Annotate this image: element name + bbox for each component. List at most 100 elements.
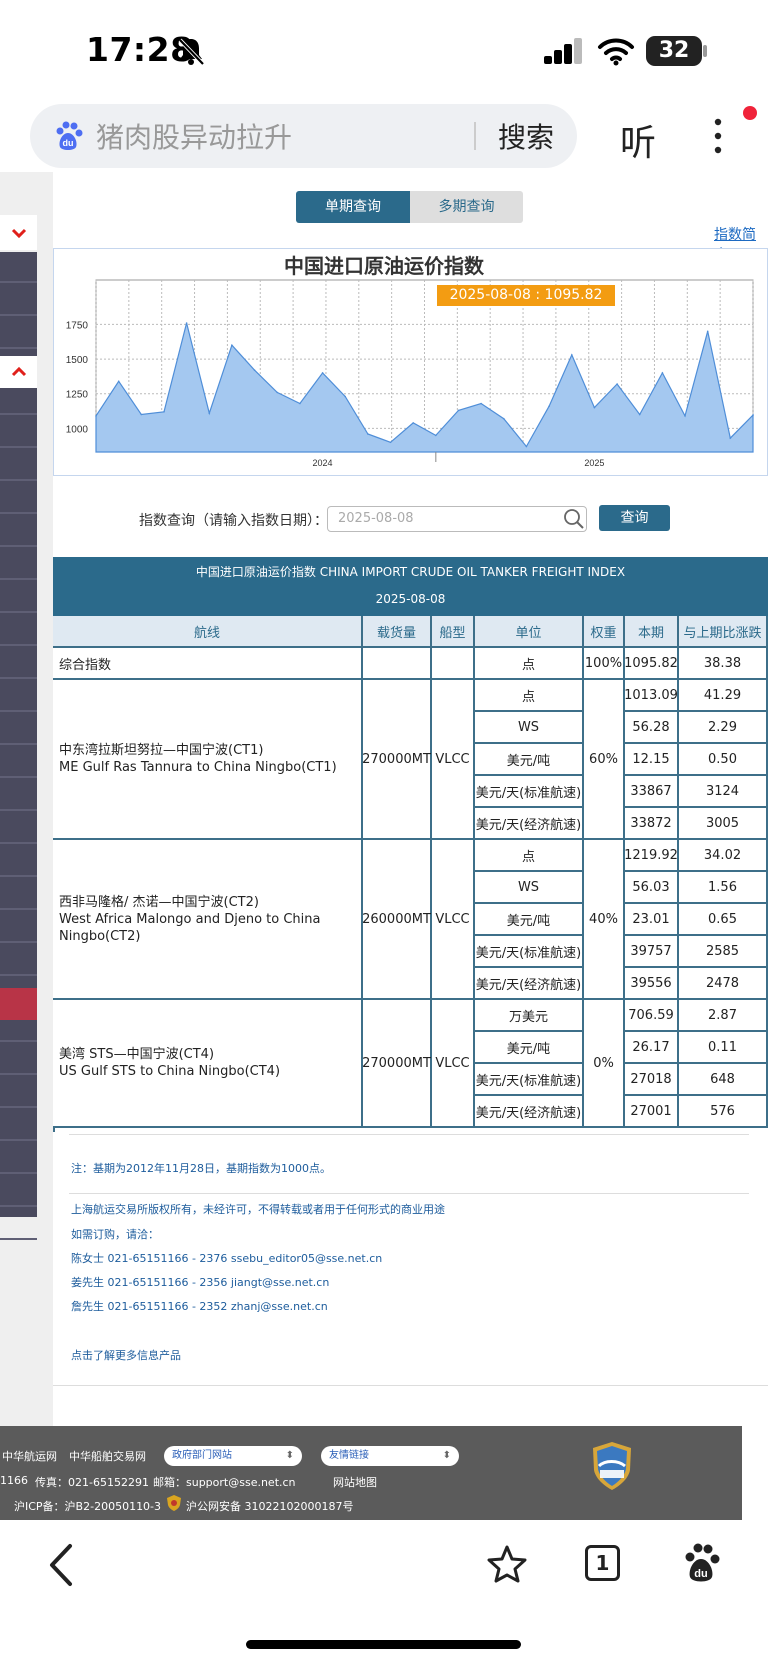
sidebar-row[interactable] [0, 1044, 37, 1075]
empty-cell [363, 648, 432, 680]
contact-line: 陈女士 021-65151166 - 2376 ssebu_editor05@s… [71, 1252, 383, 1265]
current-value-cell: 1219.92 [624, 840, 679, 872]
more-products-link[interactable]: 点击了解更多信息产品 [71, 1347, 181, 1363]
listen-button[interactable]: 听 [620, 114, 656, 166]
route-name-cell: 美湾 STS—中国宁波(CT4) US Gulf STS to China Nin… [53, 1000, 363, 1128]
unit-cell: 万美元 [475, 1000, 584, 1032]
public-institution-emblem-icon [593, 1442, 631, 1490]
tab-count-button[interactable]: 1 [585, 1545, 620, 1581]
sidebar-collapse-toggle[interactable] [0, 215, 37, 250]
data-point [253, 369, 256, 371]
composite-name-cell: 综合指数 [53, 648, 363, 680]
svg-text:du: du [63, 138, 74, 148]
data-point [571, 354, 573, 356]
route-name-cn: 中东湾拉斯坦努拉—中国宁波(CT1) [59, 743, 264, 758]
data-point [593, 406, 596, 409]
sidebar-row[interactable] [0, 450, 37, 481]
current-value-cell: 33872 [625, 808, 679, 840]
footer-sitemap-link[interactable]: 网站地图 [333, 1474, 377, 1490]
sidebar-row[interactable] [0, 879, 37, 910]
search-button[interactable]: 搜索 [498, 116, 554, 156]
data-point [95, 415, 97, 417]
freight-index-table: 航线 载货量 船型 单位 权重 本期 与上期比涨跌 综合指数点 100% 1095.82 38.38… [53, 616, 768, 1132]
current-value-cell: 39556 [625, 968, 679, 1000]
data-point [752, 414, 754, 416]
change-value-cell: 648 [679, 1064, 768, 1096]
current-value-cell: 27018 [625, 1064, 679, 1096]
data-point [299, 402, 301, 405]
unit-cell: WS [475, 872, 584, 904]
weight-cell: 0% [584, 1000, 625, 1128]
search-query-text[interactable]: 猪肉股异动拉升 [96, 116, 292, 156]
change-value-cell: 2585 [679, 936, 768, 968]
gov-sites-select[interactable]: 政府部门网站 ⬍ [164, 1446, 302, 1466]
site-footer: 中华航运网 中华船舶交易网 政府部门网站 ⬍ 友情链接 ⬍ 1166 传真：02… [0, 1426, 742, 1520]
date-input[interactable]: 2025-08-08 [327, 506, 587, 532]
empty-cell [432, 648, 475, 680]
data-point [117, 380, 120, 383]
table-header-cell: 与上期比涨跌 [679, 616, 768, 648]
index-query-label: 指数查询（请输入指数日期）： [139, 513, 328, 529]
y-tick-label: 1250 [66, 390, 89, 401]
footer-link-shipping[interactable]: 中华航运网 [2, 1448, 57, 1464]
route-name-en: US Gulf STS to China Ningbo(CT4) [59, 1064, 281, 1079]
chart-tooltip: 2025-08-08 : 1095.82 [437, 285, 615, 306]
y-tick-label: 1000 [66, 424, 89, 435]
footer-email: 邮箱：support@sse.net.cn [153, 1476, 296, 1489]
sidebar-row[interactable] [0, 1110, 37, 1141]
sidebar-highlight [0, 988, 37, 1020]
table-header-cell: 权重 [584, 616, 625, 648]
sidebar-row[interactable] [0, 582, 37, 613]
sidebar-row[interactable] [0, 813, 37, 844]
back-arrow-icon[interactable] [46, 1542, 78, 1588]
more-menu-icon[interactable] [708, 116, 728, 156]
query-button[interactable]: 查询 [599, 505, 670, 531]
current-value-cell: 26.17 [625, 1032, 679, 1064]
wifi-icon [598, 38, 634, 66]
sidebar-row[interactable] [0, 1077, 37, 1108]
sidebar-row[interactable] [0, 1143, 37, 1174]
ship-type-cell: VLCC [432, 680, 475, 840]
footer-icp: 沪ICP备：沪B2-20050110-3 [14, 1500, 162, 1513]
data-point [480, 402, 482, 405]
sidebar-row[interactable] [0, 285, 37, 316]
data-point [321, 372, 324, 374]
sidebar-row[interactable] [0, 714, 37, 745]
change-value-cell: 1.56 [679, 872, 768, 904]
cargo-cell: 260000MT [362, 840, 432, 1000]
change-value-cell: 34.02 [679, 840, 768, 872]
baidu-home-icon[interactable]: du [680, 1542, 722, 1584]
sidebar-expand-toggle[interactable] [0, 356, 37, 388]
sidebar-row[interactable] [0, 648, 37, 679]
data-point [163, 411, 165, 413]
sidebar-row[interactable] [0, 681, 37, 712]
sidebar-row[interactable] [0, 1176, 37, 1207]
sidebar-row[interactable] [0, 1209, 37, 1240]
sidebar-row[interactable] [0, 318, 37, 349]
sidebar-row[interactable] [0, 417, 37, 448]
sidebar-row[interactable] [0, 516, 37, 547]
current-value-cell: 33867 [625, 776, 679, 808]
copyright-note: 上海航运交易所版权所有，未经许可，不得转载或者用于任何形式的商业用途 [71, 1203, 445, 1216]
favorite-star-icon[interactable] [487, 1544, 527, 1584]
sidebar-row[interactable] [0, 549, 37, 580]
sidebar-row[interactable] [0, 615, 37, 646]
tab-single-query[interactable]: 单期查询 [296, 191, 410, 223]
sidebar-row[interactable] [0, 483, 37, 514]
footer-link-ship-exchange[interactable]: 中华船舶交易网 [69, 1448, 146, 1464]
sidebar-row[interactable] [0, 945, 37, 976]
cargo-cell: 270000MT [362, 1000, 432, 1128]
search-bar[interactable]: du 猪肉股异动拉升 搜索 [30, 104, 577, 168]
sidebar-row[interactable] [0, 747, 37, 778]
route-name-cell: 中东湾拉斯坦努拉—中国宁波(CT1) ME Gulf Ras Tannura to… [53, 680, 363, 840]
sidebar-row[interactable] [0, 780, 37, 811]
freight-index-chart[interactable]: 1750 1500 1250 1000 2024 2025 [53, 248, 768, 476]
footer-phone: 1166 [0, 1474, 28, 1487]
search-icon[interactable] [563, 508, 585, 530]
friend-links-select[interactable]: 友情链接 ⬍ [321, 1446, 459, 1466]
tab-multi-query[interactable]: 多期查询 [410, 191, 523, 223]
sidebar-row[interactable] [0, 912, 37, 943]
weight-cell: 40% [584, 840, 625, 1000]
sidebar-row[interactable] [0, 846, 37, 877]
sidebar-row[interactable] [0, 384, 37, 415]
